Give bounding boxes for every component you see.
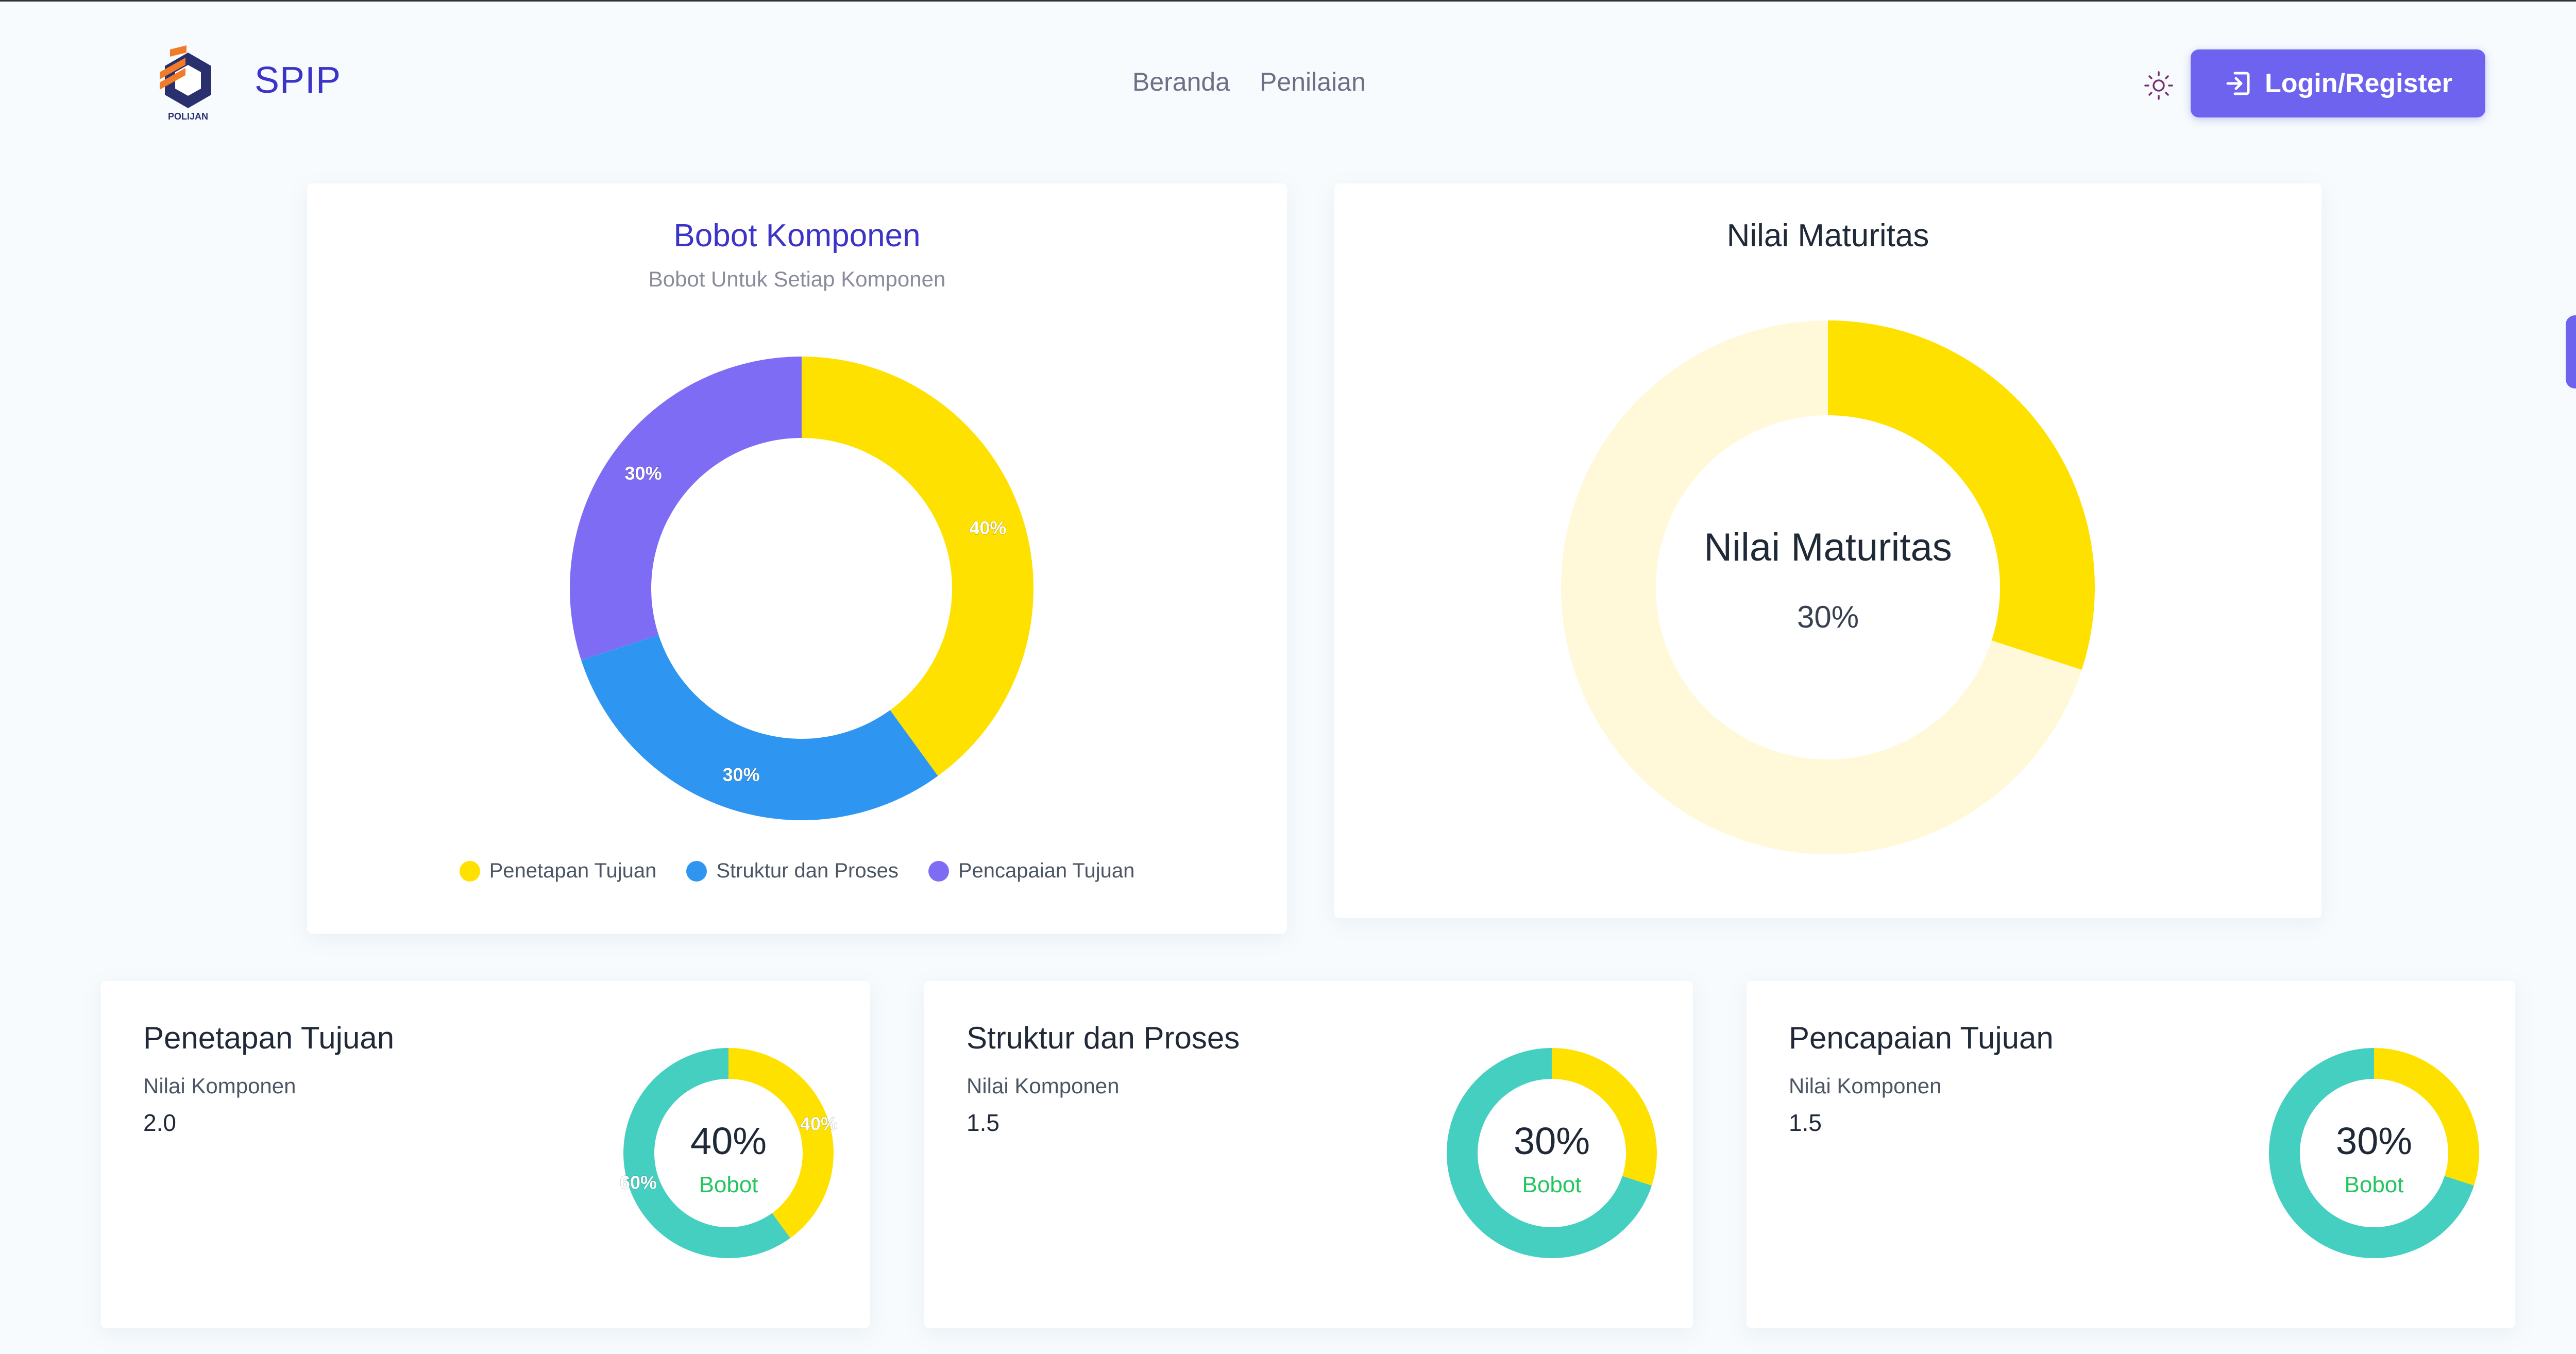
component-card-penetapan: Penetapan Tujuan Nilai Komponen 2.0 40% 6… bbox=[101, 981, 870, 1328]
component-label: Nilai Komponen bbox=[143, 1074, 296, 1098]
donut-slice[interactable] bbox=[2374, 1048, 2479, 1186]
sun-icon[interactable] bbox=[2142, 69, 2175, 102]
donut-slice[interactable] bbox=[802, 357, 1034, 776]
top-border bbox=[0, 0, 2576, 2]
login-register-button[interactable]: Login/Register bbox=[2191, 49, 2485, 117]
bobot-donut-chart: 40% 30% 30% bbox=[570, 357, 1034, 821]
slice-data-label: 30% bbox=[723, 764, 760, 785]
component-value: 1.5 bbox=[967, 1109, 999, 1136]
mini-center-label: Bobot bbox=[1522, 1172, 1582, 1197]
svg-text:POLIJAN: POLIJAN bbox=[168, 111, 208, 122]
nav-penilaian[interactable]: Penilaian bbox=[1260, 67, 1366, 97]
component-title: Struktur dan Proses bbox=[967, 1021, 1240, 1055]
maturitas-center-value: 30% bbox=[1797, 600, 1859, 634]
legend-item-penetapan[interactable]: Penetapan Tujuan bbox=[459, 859, 657, 883]
login-icon bbox=[2226, 72, 2250, 95]
bobot-komponen-card: Bobot Komponen Bobot Untuk Setiap Kompon… bbox=[307, 183, 1287, 934]
component-donut-chart: 30% Bobot bbox=[1447, 1048, 1657, 1258]
component-title: Penetapan Tujuan bbox=[143, 1021, 395, 1055]
donut-slice[interactable] bbox=[1828, 320, 2095, 670]
nilai-maturitas-card: Nilai Maturitas Nilai Maturitas 30% bbox=[1334, 183, 2321, 918]
mini-center-value: 30% bbox=[2336, 1120, 2412, 1162]
legend-dot-purple bbox=[928, 860, 949, 882]
component-donut-chart: 30% Bobot bbox=[2269, 1048, 2479, 1258]
brand-title[interactable]: SPIP bbox=[255, 59, 341, 101]
component-label: Nilai Komponen bbox=[967, 1074, 1120, 1098]
mini-center-value: 40% bbox=[690, 1120, 767, 1162]
slice-data-label: 40% bbox=[800, 1113, 837, 1135]
donut-slice[interactable] bbox=[581, 635, 938, 821]
login-register-label: Login/Register bbox=[2264, 69, 2453, 98]
polijan-logo[interactable]: POLIJAN bbox=[155, 45, 222, 122]
legend-dot-yellow bbox=[459, 860, 480, 882]
legend-label: Struktur dan Proses bbox=[716, 859, 899, 882]
legend-item-pencapaian[interactable]: Pencapaian Tujuan bbox=[928, 859, 1135, 883]
mini-center-value: 30% bbox=[1514, 1120, 1590, 1162]
component-value: 1.5 bbox=[1789, 1109, 1822, 1136]
component-title: Pencapaian Tujuan bbox=[1789, 1021, 2054, 1055]
donut-slice[interactable] bbox=[570, 357, 802, 661]
main-nav: Beranda Penilaian bbox=[1132, 67, 1366, 97]
component-value: 2.0 bbox=[143, 1109, 176, 1136]
component-card-pencapaian: Pencapaian Tujuan Nilai Komponen 1.5 30%… bbox=[1747, 981, 2515, 1328]
slice-data-label: 30% bbox=[625, 463, 662, 484]
maturitas-donut-chart: Nilai Maturitas 30% bbox=[1561, 320, 2095, 854]
component-card-struktur: Struktur dan Proses Nilai Komponen 1.5 3… bbox=[924, 981, 1693, 1328]
legend-dot-blue bbox=[686, 860, 707, 882]
bobot-legend: Penetapan Tujuan Struktur dan Proses Pen… bbox=[307, 859, 1287, 883]
component-label: Nilai Komponen bbox=[1789, 1074, 1942, 1098]
legend-item-struktur[interactable]: Struktur dan Proses bbox=[686, 859, 899, 883]
maturitas-center-label: Nilai Maturitas bbox=[1704, 526, 1952, 569]
nav-beranda[interactable]: Beranda bbox=[1132, 67, 1230, 97]
legend-label: Penetapan Tujuan bbox=[489, 859, 657, 882]
slice-data-label: 60% bbox=[620, 1172, 657, 1193]
component-donut-chart: 40% 60% 40% Bobot bbox=[620, 1048, 837, 1258]
donut-slice[interactable] bbox=[1552, 1048, 1657, 1186]
legend-label: Pencapaian Tujuan bbox=[958, 859, 1135, 882]
mini-center-label: Bobot bbox=[699, 1172, 758, 1197]
mini-center-label: Bobot bbox=[2345, 1172, 2404, 1197]
slice-data-label: 40% bbox=[969, 517, 1006, 538]
settings-tab[interactable] bbox=[2566, 315, 2576, 388]
